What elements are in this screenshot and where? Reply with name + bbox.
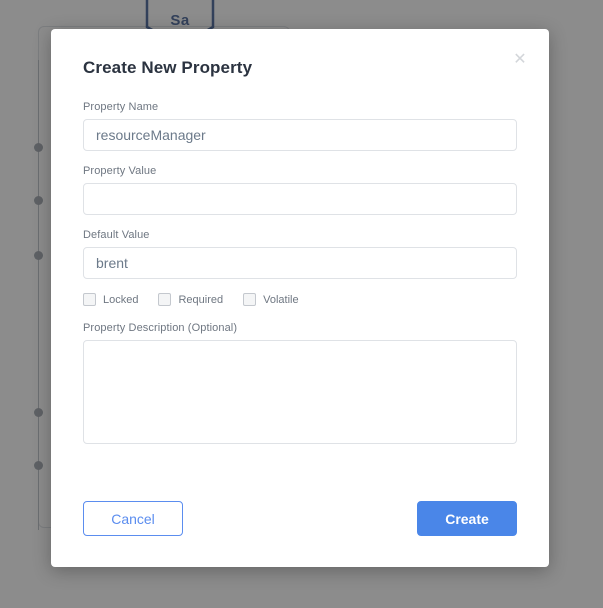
create-property-dialog: ✕ Create New Property Property Name Prop… <box>51 29 549 567</box>
checkbox-item-volatile[interactable]: Volatile <box>243 293 299 306</box>
dialog-body: Property Name Property Value Default Val… <box>83 101 517 458</box>
field-description: Property Description (Optional) <box>83 322 517 444</box>
checkbox-volatile-label: Volatile <box>263 293 299 306</box>
create-button[interactable]: Create <box>417 501 517 536</box>
field-property-name: Property Name <box>83 101 517 151</box>
close-icon[interactable]: ✕ <box>511 51 529 69</box>
field-default-value: Default Value <box>83 229 517 279</box>
dialog-footer: Cancel Create <box>83 501 517 536</box>
field-property-value: Property Value <box>83 165 517 215</box>
description-textarea[interactable] <box>83 340 517 444</box>
checkbox-item-locked[interactable]: Locked <box>83 293 138 306</box>
checkbox-locked[interactable] <box>83 293 96 306</box>
default-value-input[interactable] <box>83 247 517 279</box>
property-value-label: Property Value <box>83 165 157 177</box>
property-value-input[interactable] <box>83 183 517 215</box>
default-value-label: Default Value <box>83 229 150 241</box>
checkbox-volatile[interactable] <box>243 293 257 306</box>
property-flags-row: Locked Required Volatile <box>83 293 517 306</box>
checkbox-item-required[interactable]: Required <box>158 293 223 306</box>
property-name-input[interactable] <box>83 119 517 151</box>
cancel-button[interactable]: Cancel <box>83 501 183 536</box>
checkbox-required[interactable] <box>158 293 172 306</box>
property-name-label: Property Name <box>83 101 159 113</box>
description-label: Property Description (Optional) <box>83 322 238 334</box>
checkbox-locked-label: Locked <box>103 293 139 306</box>
dialog-title: Create New Property <box>83 58 253 77</box>
checkbox-required-label: Required <box>178 293 224 306</box>
